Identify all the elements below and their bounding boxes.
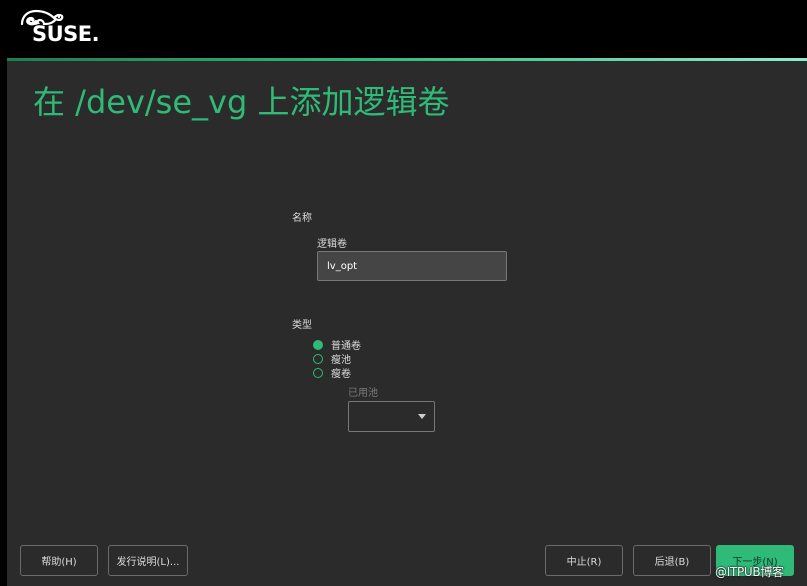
watermark: @ITPUB博客 [715, 565, 784, 579]
used-pool-combobox[interactable] [348, 401, 435, 432]
radio-normal-volume[interactable]: 普通卷 [313, 338, 361, 352]
abort-button[interactable]: 中止(R) [545, 545, 623, 576]
header-bar: SUSE. [0, 0, 807, 58]
logical-volume-label: 逻辑卷 [317, 239, 347, 250]
logical-volume-name-input[interactable] [317, 251, 507, 281]
chevron-down-icon[interactable] [418, 414, 426, 419]
type-section-label: 类型 [292, 320, 312, 331]
radio-unselected-icon[interactable] [313, 353, 323, 364]
radio-label-thin-pool: 瘦池 [331, 355, 351, 366]
help-button[interactable]: 帮助(H) [20, 545, 98, 576]
main-content: 在 /dev/se_vg 上添加逻辑卷 名称 逻辑卷 类型 普通卷 瘦池 瘦卷 … [7, 61, 807, 586]
name-section-label: 名称 [292, 213, 312, 224]
radio-thin-pool[interactable]: 瘦池 [313, 352, 351, 366]
radio-label-normal-volume: 普通卷 [331, 341, 361, 352]
radio-unselected-icon[interactable] [313, 367, 323, 378]
installer-window: SUSE. 在 /dev/se_vg 上添加逻辑卷 名称 逻辑卷 类型 普通卷 … [0, 0, 807, 586]
radio-label-thin-volume: 瘦卷 [331, 369, 351, 380]
page-title: 在 /dev/se_vg 上添加逻辑卷 [33, 83, 450, 121]
radio-selected-icon[interactable] [313, 339, 323, 350]
release-notes-button[interactable]: 发行说明(L)... [108, 545, 188, 576]
radio-thin-volume[interactable]: 瘦卷 [313, 366, 351, 380]
used-pool-label: 已用池 [348, 388, 378, 399]
back-button[interactable]: 后退(B) [633, 545, 711, 576]
logo-wordmark: SUSE. [32, 22, 100, 46]
